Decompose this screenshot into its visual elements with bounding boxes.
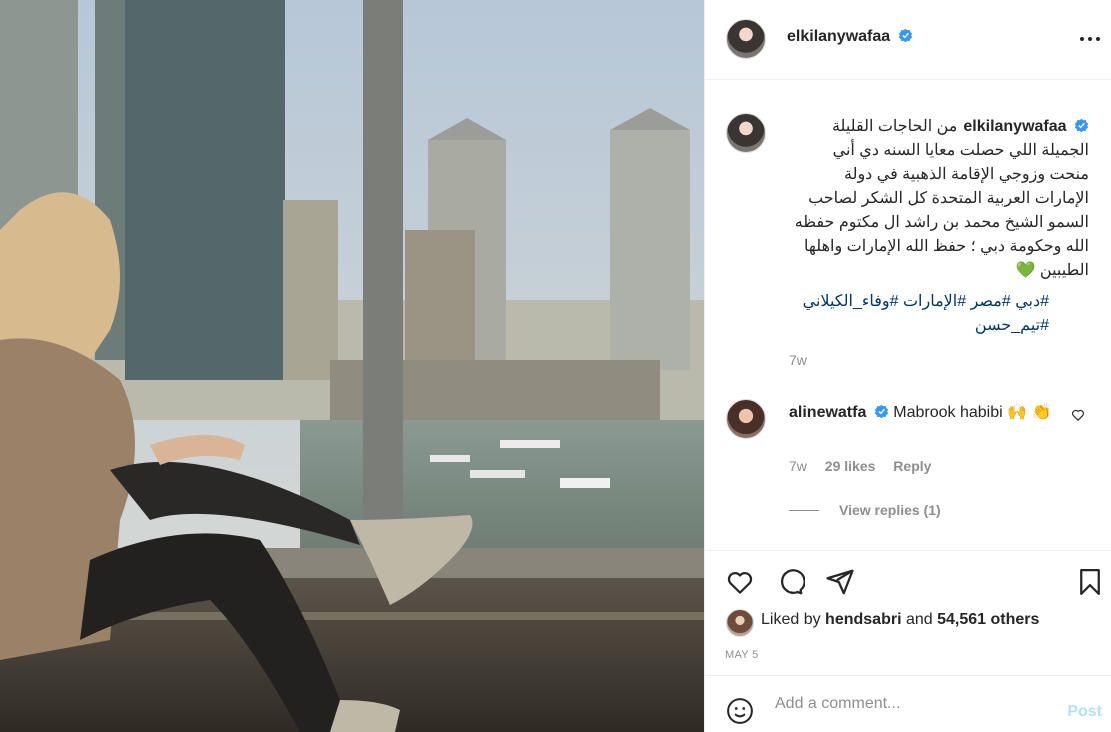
caption-username[interactable]: elkilanywafaa bbox=[963, 118, 1066, 135]
view-replies-label: View replies (1) bbox=[839, 502, 941, 518]
comments-area[interactable]: elkilanywafaa من الحاجات القليلة الجميلة… bbox=[705, 81, 1111, 549]
post-side-panel: elkilanywafaa elkilanywafaa من الحاجات ا… bbox=[704, 0, 1111, 732]
add-comment-input[interactable] bbox=[775, 692, 1035, 716]
liked-by-text: Liked by hendsabri and 54,561 others bbox=[761, 611, 1039, 629]
author-avatar[interactable] bbox=[726, 19, 766, 59]
comment-meta: 7w 29 likes Reply bbox=[789, 458, 945, 474]
more-options-icon[interactable] bbox=[1080, 28, 1102, 50]
author-username[interactable]: elkilanywafaa bbox=[787, 28, 890, 45]
view-replies-line bbox=[789, 510, 819, 511]
post-photo-illustration bbox=[0, 0, 704, 732]
view-replies-button[interactable]: View replies (1) bbox=[789, 502, 941, 518]
post-comment-button[interactable]: Post bbox=[1067, 703, 1102, 721]
emoji-icon[interactable] bbox=[725, 696, 755, 726]
liked-by-middle: and bbox=[905, 611, 933, 628]
caption-block: elkilanywafaa من الحاجات القليلة الجميلة… bbox=[789, 115, 1089, 283]
comment-reply-button[interactable]: Reply bbox=[893, 458, 931, 474]
comment-icon[interactable] bbox=[775, 567, 805, 597]
heart-icon[interactable] bbox=[725, 567, 755, 597]
save-icon[interactable] bbox=[1075, 567, 1105, 597]
caption-hashtags[interactable]: #دبي #مصر #الإمارات #وفاء_الكيلاني #تيم_… bbox=[789, 290, 1049, 338]
commenter-avatar[interactable] bbox=[726, 399, 766, 439]
liked-by-avatar[interactable] bbox=[726, 609, 754, 637]
comment-like-heart-icon[interactable] bbox=[1071, 408, 1085, 422]
header-author: elkilanywafaa bbox=[787, 28, 913, 46]
comment-text: Mabrook habibi 🙌 👏 bbox=[893, 404, 1052, 421]
post-actions: Liked by hendsabri and 54,561 others MAY… bbox=[705, 550, 1111, 670]
liked-by-prefix: Liked by bbox=[761, 611, 821, 628]
caption-time[interactable]: 7w bbox=[789, 352, 807, 368]
post-date[interactable]: MAY 5 bbox=[725, 649, 759, 661]
post-photo bbox=[0, 0, 704, 732]
caption-author-wrap: elkilanywafaa bbox=[963, 115, 1089, 139]
verified-icon bbox=[1074, 118, 1089, 133]
share-icon[interactable] bbox=[825, 567, 855, 597]
post-header: elkilanywafaa bbox=[705, 0, 1111, 80]
add-comment-bar: Post bbox=[705, 675, 1111, 732]
caption-text: من الحاجات القليلة الجميلة اللي حصلت معا… bbox=[794, 118, 1089, 279]
liked-by-others[interactable]: 54,561 others bbox=[937, 611, 1039, 628]
comment-time[interactable]: 7w bbox=[789, 458, 807, 474]
caption-avatar[interactable] bbox=[726, 113, 766, 153]
comment-block: alinewatfa Mabrook habibi 🙌 👏 bbox=[789, 401, 1059, 425]
liked-by-user[interactable]: hendsabri bbox=[825, 611, 901, 628]
verified-icon bbox=[898, 28, 912, 43]
comment-likes[interactable]: 29 likes bbox=[825, 458, 876, 474]
verified-icon bbox=[874, 404, 889, 419]
commenter-username[interactable]: alinewatfa bbox=[789, 404, 866, 421]
